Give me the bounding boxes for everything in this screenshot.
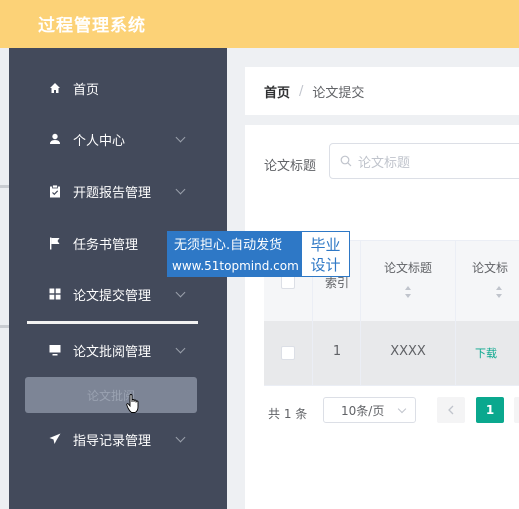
sidebar-item-label: 开题报告管理 [73,185,152,201]
sort-icon[interactable] [404,285,412,299]
sidebar-item-label: 指导记录管理 [73,433,152,449]
column-header-title[interactable]: 论文标题 [362,259,454,276]
select-all-checkbox[interactable] [281,275,295,289]
sidebar-item-label: 任务书管理 [73,237,139,253]
sidebar-item-guidance-records[interactable]: 指导记录管理 [9,417,227,461]
sidebar-item-proposal-report[interactable]: 开题报告管理 [9,169,227,213]
chevron-left-icon [448,405,454,415]
breadcrumb: 首页 / 论文提交 [245,67,519,115]
strip-divider [0,325,9,328]
top-header: 过程管理系统 [0,0,519,48]
main-content: 首页 / 论文提交 论文标题 论文标题 索引 论文标题 论文标 1 XXXX 下… [227,48,519,509]
page-number-button[interactable]: 1 [476,397,504,423]
grid-icon [48,287,62,301]
search-placeholder: 论文标题 [358,155,411,171]
chevron-down-icon [397,404,407,414]
app-title: 过程管理系统 [38,16,146,36]
breadcrumb-separator: / [299,83,304,99]
breadcrumb-home[interactable]: 首页 [264,82,290,101]
page-size-select[interactable]: 10条/页 [323,397,416,423]
watermark-left: 无须担心.自动发货 www.51topmind.com [168,232,302,276]
pagination: 共 1 条 10条/页 1 [268,396,519,426]
sidebar-item-home[interactable]: 首页 [9,66,227,110]
chevron-down-icon [175,184,186,194]
background-window-strip [0,48,9,509]
search-icon [340,155,352,167]
page-size-value: 10条/页 [341,403,385,418]
sidebar-item-label: 论文批阅管理 [73,344,152,360]
sidebar-item-paper-review[interactable]: 论文批阅管理 [9,328,227,372]
sidebar-item-paper-submission[interactable]: 论文提交管理 [9,272,227,316]
user-icon [48,132,62,146]
breadcrumb-current: 论文提交 [312,85,365,101]
column-divider [360,321,361,385]
chevron-down-icon [175,287,186,297]
sidebar: 首页 个人中心 开题报告管理 任务书管理 论文提交管理 论文批阅管理 论文批阅 … [9,48,227,509]
content-panel: 论文标题 论文标题 索引 论文标题 论文标 1 XXXX 下载 共 1 条 10… [245,125,519,509]
column-divider [312,321,313,385]
chevron-down-icon [175,432,186,442]
column-divider [455,241,456,321]
watermark-line2: www.51topmind.com [172,259,299,273]
sidebar-item-label: 首页 [73,82,100,98]
sidebar-item-label: 个人中心 [73,133,126,149]
watermark-right-line1: 毕业 [310,236,341,254]
row-checkbox[interactable] [281,346,295,360]
column-divider [360,241,361,321]
strip-divider [0,185,9,188]
next-page-button[interactable] [514,397,519,423]
cell-title: XXXX [390,344,426,359]
hand-cursor-icon [126,394,139,413]
chevron-down-icon [175,343,186,353]
watermark-right-line2: 设计 [310,256,341,274]
home-icon [48,81,62,95]
submenu-item-paper-review[interactable]: 论文批阅 [25,377,197,413]
watermark-banner: 无须担心.自动发货 www.51topmind.com 毕业 设计 [167,231,350,277]
pagination-total: 共 1 条 [268,407,308,421]
monitor-icon [48,343,62,357]
clipboard-icon [48,184,62,198]
menu-drag-indicator [27,321,198,324]
sort-icon[interactable] [495,285,503,299]
flag-icon [48,236,62,250]
column-header-file[interactable]: 论文标 [458,259,519,276]
search-label: 论文标题 [264,159,317,174]
prev-page-button[interactable] [437,397,465,423]
cell-index: 1 [332,344,342,359]
sidebar-item-personal-center[interactable]: 个人中心 [9,117,227,161]
download-link[interactable]: 下载 [458,345,514,361]
chevron-down-icon [175,132,186,142]
watermark-right: 毕业 设计 [302,232,349,276]
search-input[interactable]: 论文标题 [329,143,519,179]
send-icon [48,432,62,446]
table-row[interactable]: 1 XXXX 下载 [264,321,519,386]
column-divider [455,321,456,385]
sidebar-item-label: 论文提交管理 [73,288,152,304]
watermark-line1: 无须担心.自动发货 [174,238,283,253]
